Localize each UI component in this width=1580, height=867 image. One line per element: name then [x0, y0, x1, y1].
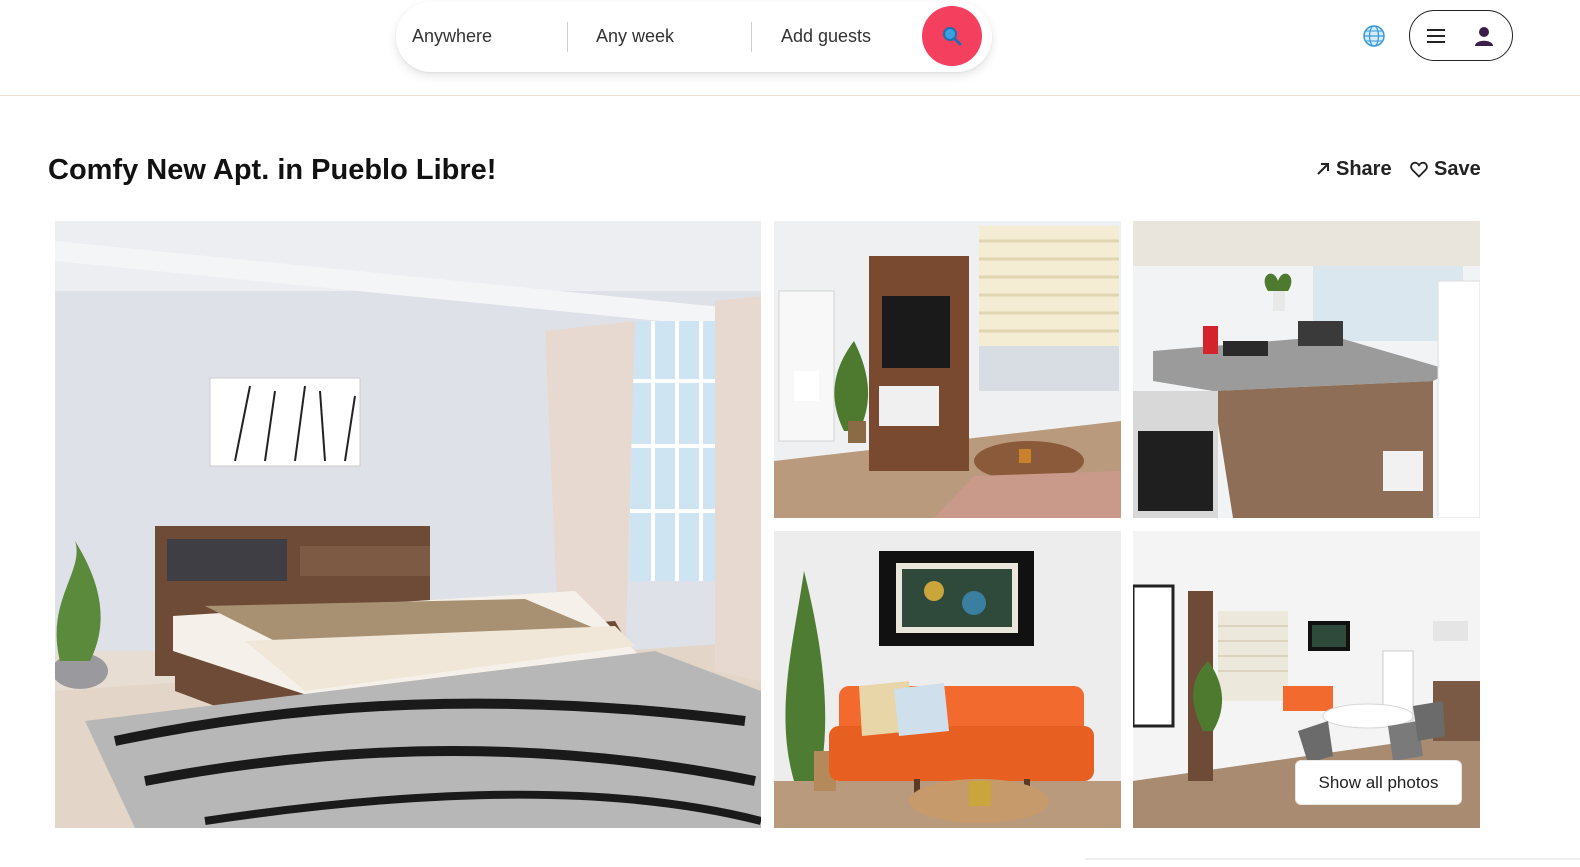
show-all-photos-button[interactable]: Show all photos: [1295, 760, 1462, 805]
search-button[interactable]: [922, 6, 982, 66]
search-guests-field[interactable]: Add guests: [781, 16, 871, 56]
heart-icon: [1410, 161, 1428, 178]
listing-title: Comfy New Apt. in Pueblo Libre!: [48, 154, 497, 186]
search-when-field[interactable]: Any week: [596, 16, 674, 56]
search-divider: [567, 22, 568, 52]
share-button[interactable]: Share: [1316, 156, 1392, 182]
photo-sofa[interactable]: [774, 531, 1121, 828]
search-bar[interactable]: Anywhere Any week Add guests: [396, 2, 992, 72]
living-room-illustration: [774, 221, 1121, 518]
share-arrow-icon: [1317, 163, 1329, 175]
hamburger-menu-icon: [1427, 29, 1445, 43]
user-menu-button[interactable]: [1409, 10, 1513, 61]
photo-bedroom[interactable]: [55, 221, 761, 828]
divider: [1085, 858, 1580, 860]
search-divider: [751, 22, 752, 52]
globe-icon[interactable]: [1362, 24, 1386, 48]
save-button[interactable]: Save: [1410, 156, 1481, 182]
photo-kitchen[interactable]: [1133, 221, 1480, 518]
user-icon: [1475, 27, 1493, 46]
share-label: Share: [1336, 158, 1392, 180]
search-where-field[interactable]: Anywhere: [412, 16, 492, 56]
bedroom-illustration: [55, 221, 761, 828]
photo-living-room[interactable]: [774, 221, 1121, 518]
kitchen-illustration: [1133, 221, 1480, 518]
sofa-illustration: [774, 531, 1121, 828]
top-header: Anywhere Any week Add guests: [0, 0, 1580, 96]
save-label: Save: [1434, 158, 1481, 180]
search-icon: [943, 27, 962, 46]
